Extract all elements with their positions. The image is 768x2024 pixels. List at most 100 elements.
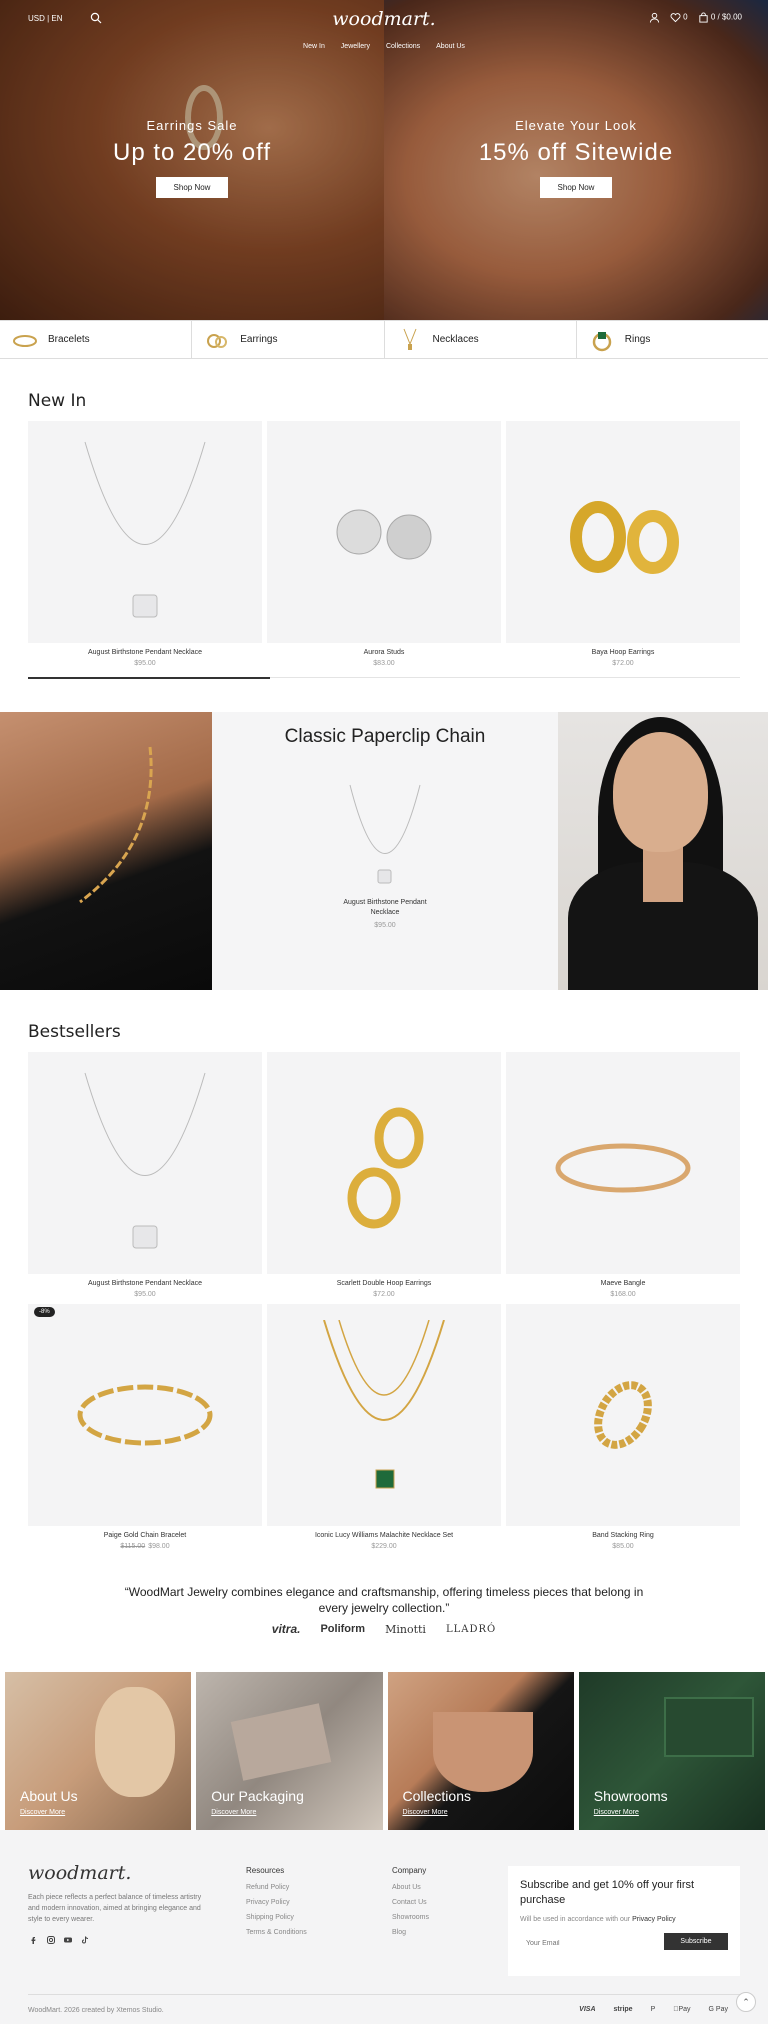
footer-logo[interactable]: woodmart.	[28, 1862, 131, 1884]
cart-icon	[699, 12, 708, 23]
bangle-image	[555, 1143, 691, 1193]
user-icon[interactable]	[649, 12, 660, 23]
footer-link-blog[interactable]: Blog	[392, 1929, 429, 1936]
paperclip-chain-icon	[79, 746, 153, 904]
bestsellers-title: Bestsellers	[28, 1022, 121, 1042]
tile-our-packaging[interactable]: Our Packaging Discover More	[196, 1672, 383, 1830]
product-card[interactable]: Scarlett Double Hoop Earrings $72.00	[267, 1052, 501, 1298]
cart-summary: 0 / $0.00	[710, 12, 742, 22]
nav-item-jewellery[interactable]: Jewellery	[341, 43, 370, 50]
email-input[interactable]	[520, 1933, 664, 1950]
tile-title: Showrooms	[593, 1788, 668, 1804]
product-card[interactable]: Iconic Lucy Williams Malachite Necklace …	[267, 1304, 501, 1550]
product-name[interactable]: Band Stacking Ring	[506, 1532, 740, 1539]
product-card[interactable]: Maeve Bangle $168.00	[506, 1052, 740, 1298]
category-necklaces[interactable]: Necklaces	[385, 321, 577, 358]
product-card[interactable]: Baya Hoop Earrings $72.00	[506, 421, 740, 667]
product-name[interactable]: August Birthstone Pendant Necklace	[28, 649, 262, 656]
hero-title: Up to 20% off	[113, 139, 271, 166]
earring-icon	[204, 327, 230, 353]
product-name[interactable]: Paige Gold Chain Bracelet	[28, 1532, 262, 1539]
tile-showrooms[interactable]: Showrooms Discover More	[578, 1672, 765, 1830]
carousel-scrollbar-thumb[interactable]	[28, 677, 271, 679]
product-price: $168.00	[610, 1291, 636, 1298]
studs-image	[336, 509, 432, 560]
discover-more-link[interactable]: Discover More	[403, 1809, 448, 1816]
tile-title: About Us	[20, 1788, 78, 1804]
category-label: Necklaces	[432, 334, 479, 345]
category-bracelets[interactable]: Bracelets	[0, 321, 193, 358]
product-card[interactable]: Band Stacking Ring $85.00	[506, 1304, 740, 1550]
newsletter-box: Subscribe and get 10% off your first pur…	[508, 1866, 740, 1976]
product-name[interactable]: Aurora Studs	[267, 649, 501, 656]
header: USD | EN woodmart. New In Jewellery Coll…	[0, 0, 768, 60]
tile-collections[interactable]: Collections Discover More	[387, 1672, 574, 1830]
brand-logo: Poliform	[320, 1623, 366, 1635]
footer-link-showrooms[interactable]: Showrooms	[392, 1914, 429, 1921]
discover-more-link[interactable]: Discover More	[594, 1809, 639, 1816]
footer-description: Each piece reflects a perfect balance of…	[28, 1894, 202, 1923]
footer-link-terms[interactable]: Terms & Conditions	[246, 1929, 307, 1936]
scroll-to-top-button[interactable]: ⌃	[736, 1992, 756, 2012]
footer-divider	[28, 1994, 740, 1995]
tile-about-us[interactable]: About Us Discover More	[5, 1672, 192, 1830]
paperclip-product[interactable]: Classic Paperclip Chain August Birthston…	[212, 712, 558, 990]
paperclip-title: Classic Paperclip Chain	[284, 726, 486, 747]
footer-resources: Resources Refund Policy Privacy Policy S…	[246, 1866, 307, 1944]
hoop-earrings-image	[570, 501, 679, 574]
footer-link-contact-us[interactable]: Contact Us	[392, 1899, 429, 1906]
chain-bracelet-image	[77, 1384, 213, 1446]
product-name[interactable]: Maeve Bangle	[506, 1280, 740, 1287]
carousel-scrollbar[interactable]	[28, 677, 740, 679]
wishlist-button[interactable]: 0	[670, 12, 688, 23]
product-price: $229.00	[371, 1543, 397, 1550]
product-price: $72.00	[373, 1291, 395, 1298]
copyright: WoodMart. 2026 created by Xtemos Studio.	[28, 2007, 164, 2014]
footer-company: Company About Us Contact Us Showrooms Bl…	[392, 1866, 429, 1944]
discover-more-link[interactable]: Discover More	[20, 1809, 65, 1816]
footer: woodmart. Each piece reflects a perfect …	[0, 1830, 768, 2024]
shop-now-button[interactable]: Shop Now	[539, 177, 613, 198]
product-card[interactable]: Aurora Studs $83.00	[267, 421, 501, 667]
google-pay-icon: G Pay	[708, 2006, 728, 2013]
paperclip-feature: Classic Paperclip Chain August Birthston…	[0, 712, 768, 990]
product-card[interactable]: August Birthstone Pendant Necklace $95.0…	[28, 421, 262, 667]
hero-kicker: Elevate Your Look	[515, 118, 637, 133]
old-price: $115.00	[120, 1543, 146, 1550]
heart-icon	[670, 13, 681, 23]
brand-logos: vitra. Poliform Minotti LLADRÓ	[0, 1622, 768, 1636]
product-name[interactable]: Iconic Lucy Williams Malachite Necklace …	[267, 1532, 501, 1539]
nav-item-new-in[interactable]: New In	[303, 43, 325, 50]
shop-now-button[interactable]: Shop Now	[155, 177, 229, 198]
nav-item-collections[interactable]: Collections	[386, 43, 420, 50]
subscribe-button[interactable]: Subscribe	[664, 1933, 728, 1950]
footer-link-shipping-policy[interactable]: Shipping Policy	[246, 1914, 307, 1921]
tiktok-icon[interactable]	[81, 1936, 89, 1944]
nav-item-about-us[interactable]: About Us	[436, 43, 465, 50]
instagram-icon[interactable]	[47, 1936, 55, 1944]
product-name[interactable]: August Birthstone Pendant Necklace	[28, 1280, 262, 1287]
category-rings[interactable]: Rings	[577, 321, 768, 358]
category-earrings[interactable]: Earrings	[192, 321, 385, 358]
cart-button[interactable]: 0 / $0.00	[698, 12, 742, 23]
product-name[interactable]: August Birthstone Pendant Necklace	[212, 898, 558, 918]
stacking-ring-image	[594, 1381, 652, 1449]
discover-more-link[interactable]: Discover More	[211, 1809, 256, 1816]
product-card[interactable]: -8% Paige Gold Chain Bracelet $115.00 $98…	[28, 1304, 262, 1550]
facebook-icon[interactable]	[30, 1936, 38, 1944]
category-bar: Bracelets Earrings Necklaces Rings	[0, 320, 768, 359]
footer-link-about-us[interactable]: About Us	[392, 1884, 429, 1891]
product-name[interactable]: Baya Hoop Earrings	[506, 649, 740, 656]
model-necklace-image	[0, 712, 212, 990]
footer-link-refund-policy[interactable]: Refund Policy	[246, 1884, 307, 1891]
payment-methods: VISA stripe P Pay G Pay	[579, 2006, 728, 2013]
product-card[interactable]: August Birthstone Pendant Necklace $95.0…	[28, 1052, 262, 1298]
social-links	[30, 1936, 89, 1944]
product-name[interactable]: Scarlett Double Hoop Earrings	[267, 1280, 501, 1287]
brand-logo: Minotti	[385, 1622, 426, 1636]
privacy-policy-link[interactable]: Privacy Policy	[632, 1916, 676, 1923]
category-label: Rings	[624, 334, 651, 345]
youtube-icon[interactable]	[64, 1936, 72, 1944]
main-nav: New In Jewellery Collections About Us	[0, 43, 768, 50]
footer-link-privacy-policy[interactable]: Privacy Policy	[246, 1899, 307, 1906]
